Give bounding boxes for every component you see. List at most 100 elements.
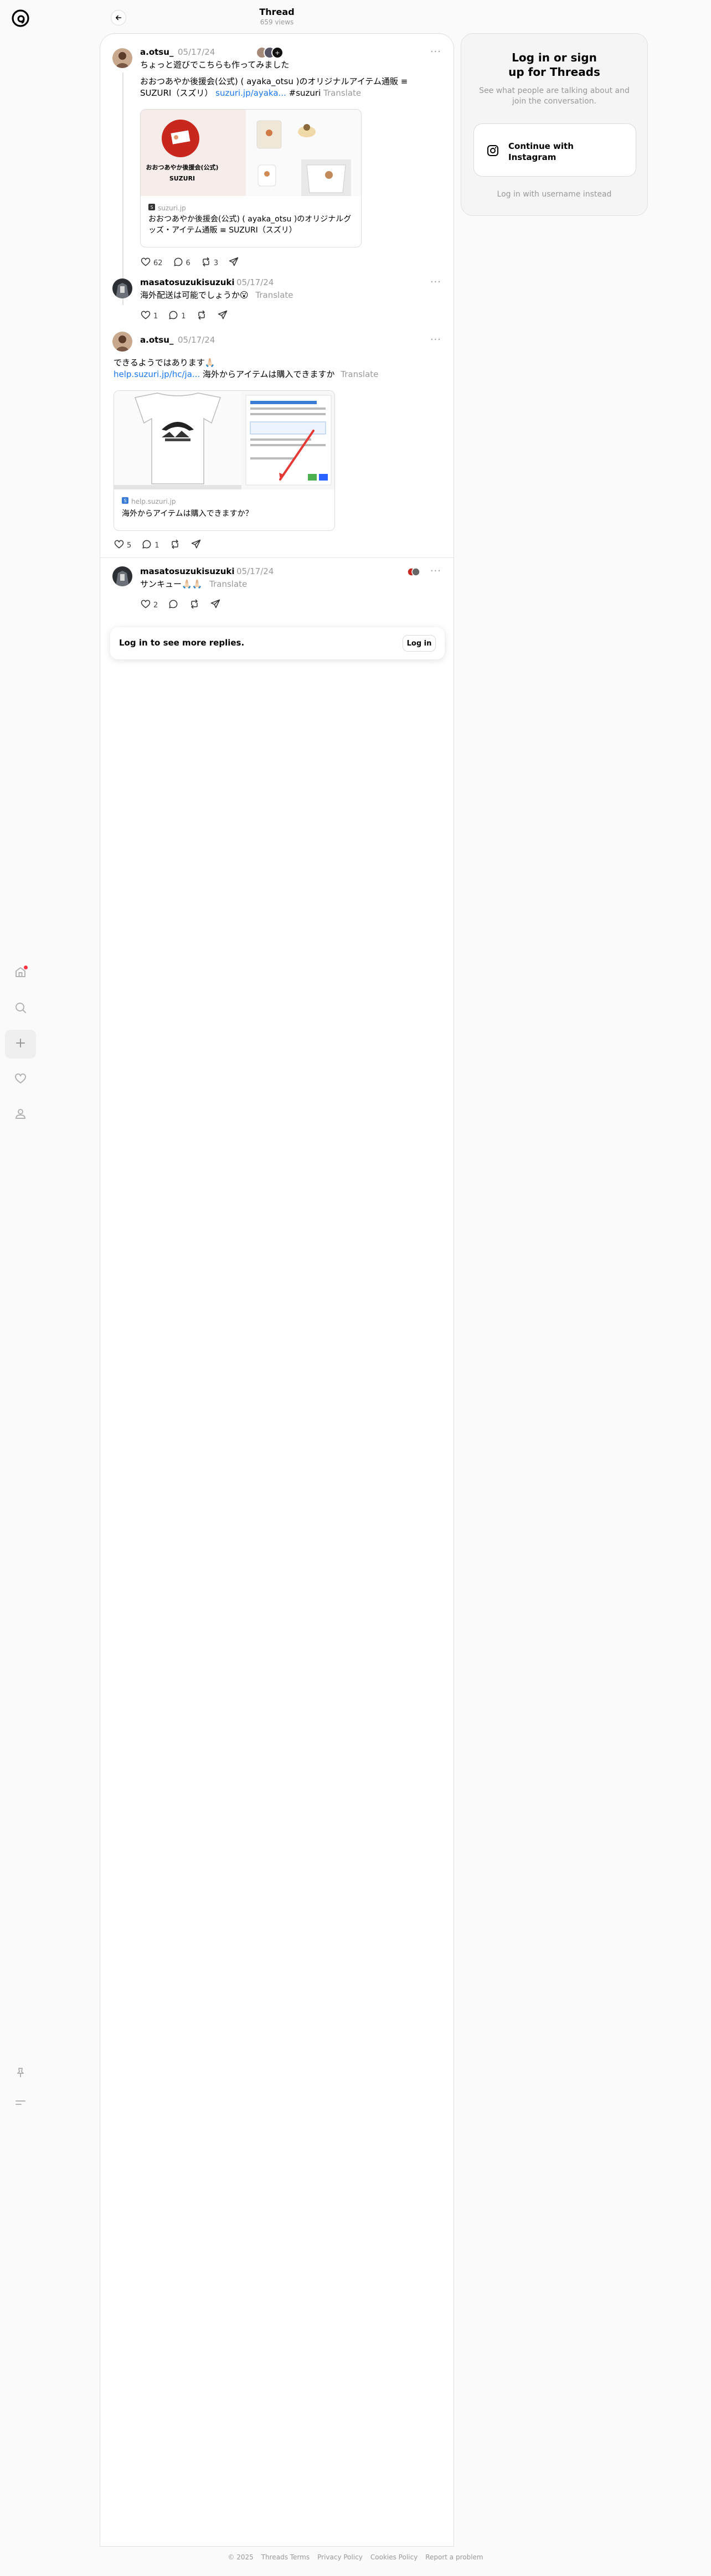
post-link[interactable]: suzuri.jp/ayaka... [215,88,286,98]
nav-search-button[interactable] [5,994,36,1023]
nav-create-button[interactable] [5,1030,36,1059]
repost-icon [200,256,212,270]
repost-button[interactable] [189,598,200,612]
post-text-line: 海外配送は可能でしょうか😮 Translate [140,290,439,301]
post-username[interactable]: a.otsu_ [140,335,173,345]
send-icon [228,256,239,270]
post-username[interactable]: masatosuzukisuzuki [140,566,235,576]
login-prompt-text: Log in to see more replies. [119,638,245,648]
avatar[interactable] [112,332,132,352]
like-button[interactable]: 62 [140,256,163,270]
translate-link[interactable]: Translate [209,579,247,589]
post-text-line: サンキュー🙏🏻🙏🏻 Translate [140,579,439,590]
card-domain-text: suzuri.jp [158,204,186,212]
thread-feed: a.otsu_ 05/17/24 + ··· ちょっと遊びでこちらも作ってみまし… [100,33,454,2547]
login-panel-subtitle: See what people are talking about and jo… [479,86,630,106]
like-count: 62 [153,259,163,267]
repost-button[interactable] [196,309,207,323]
reply-button[interactable]: 1 [168,309,186,323]
reply-button[interactable]: 1 [141,539,159,552]
site-favicon-icon: S [122,497,128,505]
threads-logo-icon[interactable] [10,8,31,29]
like-count: 2 [153,601,158,610]
post-date[interactable]: 05/17/24 [236,566,274,576]
footer-terms-link[interactable]: Threads Terms [261,2553,310,2561]
heart-icon [140,309,151,323]
nav-activity-button[interactable] [5,1065,36,1094]
svg-text:S: S [123,498,126,503]
nav-home-button[interactable] [5,959,36,988]
more-options-button[interactable]: ··· [430,334,441,345]
share-button[interactable] [190,539,202,552]
avatar[interactable] [112,566,132,586]
post-username[interactable]: a.otsu_ [140,47,173,57]
nav-menu-button[interactable] [5,2089,36,2118]
repost-icon [189,598,200,612]
page-title: Thread [259,7,295,17]
avatar[interactable] [112,278,132,298]
thread-connector-line [122,73,123,305]
footer-privacy-link[interactable]: Privacy Policy [317,2553,363,2561]
more-options-button[interactable]: ··· [430,276,441,288]
repost-button[interactable] [169,539,181,552]
card-domain: S help.suzuri.jp [122,497,176,505]
post-text-line: help.suzuri.jp/hc/ja... 海外からアイテムは購入できますか… [114,369,440,380]
like-button[interactable]: 1 [140,309,158,323]
more-options-button[interactable]: ··· [430,46,441,58]
like-button[interactable]: 5 [114,539,131,552]
login-button[interactable]: Log in [403,635,436,652]
post-actions: 2 [140,598,221,612]
reply-count: 1 [181,312,186,321]
footer-copyright: © 2025 [228,2553,254,2561]
product-thumbnails [246,110,361,196]
post-date[interactable]: 05/17/24 [236,277,274,287]
link-preview-card[interactable]: おおつあやか後援会(公式) SUZURI S suzuri.jp おおつあやか後… [140,109,362,247]
share-button[interactable] [210,598,221,612]
heart-icon [14,1072,27,1087]
profile-icon [14,1107,27,1123]
like-button[interactable]: 2 [140,598,158,612]
post-link[interactable]: help.suzuri.jp/hc/ja... [114,369,200,379]
avatar[interactable] [112,48,132,68]
nav-profile-button[interactable] [5,1101,36,1129]
like-count: 1 [153,312,158,321]
comment-icon [173,256,184,270]
post-date[interactable]: 05/17/24 [178,335,215,345]
thread-header: Thread 659 views [100,0,454,33]
comment-icon [141,539,152,552]
translate-link[interactable]: Translate [341,369,378,379]
like-count: 5 [127,541,132,550]
reply-button[interactable]: 6 [173,256,190,270]
nav-pin-button[interactable] [5,2059,36,2088]
reply-button[interactable] [168,598,179,612]
post-text-line: おおつあやか後援会(公式) ( ayaka_otsu )のオリジナルアイテム通販… [140,76,408,86]
share-button[interactable] [228,256,239,270]
post-hashtag[interactable]: #suzuri [289,88,321,98]
login-with-username-link[interactable]: Log in with username instead [461,190,647,199]
more-options-button[interactable]: ··· [430,565,441,577]
pin-icon [14,2066,27,2082]
footer: © 2025 Threads Terms Privacy Policy Cook… [0,2553,711,2561]
share-button[interactable] [217,309,228,323]
repost-count: 3 [213,259,219,267]
banner-text: おおつあやか後援会(公式) [146,164,219,171]
instagram-button-label: Continue with Instagram [508,141,574,162]
card-image [114,391,334,489]
link-preview-card[interactable]: S help.suzuri.jp 海外からアイテムは購入できますか？ [114,390,335,531]
continue-with-instagram-button[interactable]: Continue with Instagram [473,123,636,177]
translate-link[interactable]: Translate [255,290,293,300]
reply-divider [100,557,454,558]
footer-report-link[interactable]: Report a problem [425,2553,483,2561]
post-text-line: できるようではあります🙏🏻 [114,358,215,368]
search-icon [14,1001,27,1016]
footer-cookies-link[interactable]: Cookies Policy [370,2553,418,2561]
post-date[interactable]: 05/17/24 [178,47,215,57]
post-username[interactable]: masatosuzukisuzuki [140,277,235,287]
repost-button[interactable]: 3 [200,256,218,270]
translate-link[interactable]: Translate [323,88,361,98]
view-count: 659 views [260,18,294,26]
send-icon [217,309,228,323]
send-icon [210,598,221,612]
reply-count: 1 [154,541,159,550]
comment-icon [168,598,179,612]
